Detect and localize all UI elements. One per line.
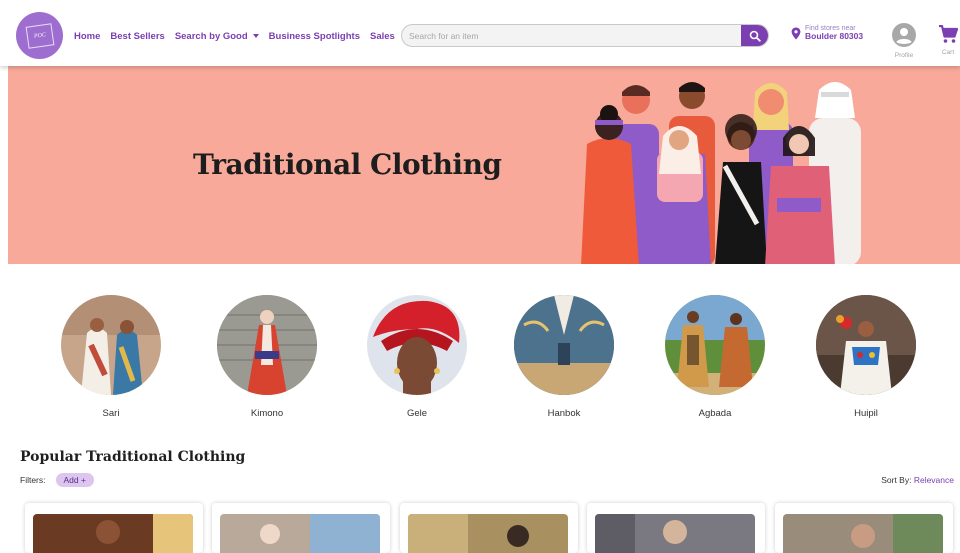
product-card[interactable]	[400, 503, 578, 553]
store-text: Find stores near Boulder 80303	[805, 25, 863, 41]
gele-image	[367, 295, 467, 395]
filter-bar: Filters: Add +	[20, 473, 94, 487]
agbada-image	[665, 295, 765, 395]
store-location: Boulder 80303	[805, 31, 864, 42]
product-image	[595, 514, 755, 553]
category-kimono[interactable]: Kimono	[217, 295, 317, 419]
product-card[interactable]	[212, 503, 390, 553]
sort-label: Sort By:	[881, 475, 912, 485]
main-nav: Home Best Sellers Search by Good Busines…	[74, 31, 395, 42]
search-bar	[401, 24, 769, 47]
nav-best-sellers[interactable]: Best Sellers	[110, 31, 164, 42]
category-label: Huipil	[854, 408, 878, 419]
location-pin-icon	[791, 27, 801, 40]
kimono-image	[217, 295, 317, 395]
brand-logo[interactable]: POC	[16, 12, 63, 59]
nav-home[interactable]: Home	[74, 31, 100, 42]
top-navigation-bar: POC Home Best Sellers Search by Good Bus…	[0, 0, 960, 66]
product-image	[220, 514, 380, 553]
logo-mark: POC	[25, 22, 54, 49]
diverse-people-illustration	[581, 82, 861, 264]
store-locator[interactable]: Find stores near Boulder 80303	[791, 25, 863, 41]
logo-text: POC	[33, 31, 46, 40]
category-hanbok[interactable]: Hanbok	[514, 295, 614, 419]
hero-banner: Traditional Clothing	[8, 66, 960, 264]
profile-label: Profile	[894, 52, 914, 59]
search-icon	[749, 30, 761, 42]
category-huipil[interactable]: Huipil	[816, 295, 916, 419]
category-label: Gele	[406, 408, 428, 419]
category-label: Sari	[102, 408, 120, 419]
sort-control[interactable]: Sort By: Relevance	[881, 475, 954, 485]
category-label: Kimono	[250, 408, 284, 419]
nav-business-spotlights[interactable]: Business Spotlights	[269, 31, 360, 42]
category-row: Sari Kimono Gele Hanbok Agbada Huipil	[0, 290, 960, 430]
product-card[interactable]	[775, 503, 953, 553]
category-gele[interactable]: Gele	[367, 295, 467, 419]
nav-sales[interactable]: Sales	[370, 31, 395, 42]
huipil-image	[816, 295, 916, 395]
filters-label: Filters:	[20, 475, 46, 485]
product-card[interactable]	[25, 503, 203, 553]
search-button[interactable]	[741, 25, 768, 46]
nav-search-by-good-label: Search by Good	[174, 31, 248, 42]
caret-down-icon	[252, 34, 259, 39]
product-image	[783, 514, 943, 553]
sort-value[interactable]: Relevance	[914, 475, 954, 485]
category-label: Agbada	[698, 408, 732, 419]
product-image	[408, 514, 568, 553]
cart-button[interactable]: Cart	[936, 24, 960, 56]
category-label: Hanbok	[547, 408, 581, 419]
nav-search-by-good[interactable]: Search by Good	[175, 31, 259, 42]
hanbok-image	[514, 295, 614, 395]
profile-icon	[892, 23, 916, 47]
cart-icon	[939, 24, 959, 43]
category-sari[interactable]: Sari	[61, 295, 161, 419]
add-filter-button[interactable]: Add +	[55, 473, 94, 487]
category-agbada[interactable]: Agbada	[665, 295, 765, 419]
hero-title: Traditional Clothing	[193, 148, 502, 181]
sari-image	[61, 295, 161, 395]
product-image	[33, 514, 193, 553]
section-title: Popular Traditional Clothing	[20, 449, 246, 465]
search-input[interactable]	[402, 25, 742, 46]
cart-label: Cart	[941, 49, 955, 56]
product-card[interactable]	[587, 503, 765, 553]
profile-button[interactable]: Profile	[890, 23, 918, 59]
